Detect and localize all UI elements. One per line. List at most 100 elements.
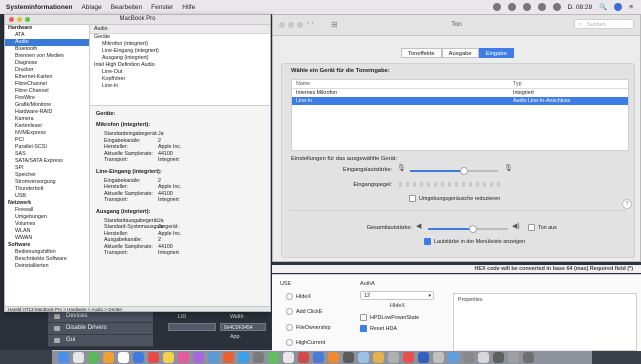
dock-app-icon[interactable] <box>343 352 354 363</box>
help-button[interactable]: ? <box>622 199 632 209</box>
list-item[interactable]: Line-Out <box>90 69 270 76</box>
tab-sound-effects[interactable]: Toneffekte <box>401 48 442 58</box>
use-option[interactable]: HighCurrent <box>286 339 325 346</box>
sidebar-item[interactable]: Grafik/Monitore <box>5 102 89 109</box>
use-option[interactable]: FileOwnership <box>286 324 330 331</box>
use-option[interactable]: HIdeX <box>286 293 311 300</box>
menu-item-edit[interactable]: Bearbeiten <box>111 4 142 11</box>
sidebar-item[interactable]: Kartenleser <box>5 123 89 130</box>
battery-icon[interactable] <box>552 3 561 11</box>
mute-checkbox[interactable] <box>528 224 535 231</box>
menubar-volume-checkbox[interactable] <box>424 238 431 245</box>
column-name[interactable]: Name <box>296 80 513 88</box>
noise-reduction-option[interactable]: Umgebungsgeräusche reduzieren <box>409 195 500 202</box>
dock-app-icon[interactable] <box>373 352 384 363</box>
output-volume-slider[interactable] <box>428 225 508 233</box>
dock-app-icon[interactable] <box>493 352 504 363</box>
clock[interactable]: D. 08:28 <box>568 4 593 11</box>
menu-item-help[interactable]: Hilfe <box>182 4 195 11</box>
sidebar-item[interactable]: Umgebungen <box>5 214 89 221</box>
list-item[interactable]: Gui <box>48 335 153 347</box>
dock-app-icon[interactable] <box>268 352 279 363</box>
sidebar-item[interactable]: Beschränkte Software <box>5 256 89 263</box>
properties-box[interactable]: Properties <box>453 293 637 351</box>
device-list-header[interactable]: Audio <box>90 25 270 34</box>
sidebar-item[interactable]: NVMExpress <box>5 130 89 137</box>
minimize-button[interactable] <box>17 17 22 22</box>
list-item[interactable]: Intel High Definition Audio <box>90 62 270 69</box>
menu-item-file[interactable]: Ablage <box>81 4 101 11</box>
notification-icon[interactable]: ≡ <box>629 4 633 11</box>
dock-app-icon[interactable] <box>478 352 489 363</box>
dock-app-icon[interactable] <box>313 352 324 363</box>
status-icon-2[interactable] <box>507 3 516 11</box>
dock-app-icon[interactable] <box>358 352 369 363</box>
sidebar-item[interactable]: Diagnose <box>5 60 89 67</box>
sidebar-item[interactable]: Stromversorgung <box>5 179 89 186</box>
sidebar-item[interactable]: SPI <box>5 165 89 172</box>
sidebar-item[interactable]: Hardware-RAID <box>5 109 89 116</box>
dock-app-icon[interactable] <box>523 352 534 363</box>
sidebar-item[interactable]: ATA <box>5 32 89 39</box>
dock-app-icon[interactable] <box>193 352 204 363</box>
list-item[interactable]: Geräte <box>90 34 270 41</box>
spotlight-icon[interactable]: 🔍 <box>599 3 607 11</box>
dock-app-icon[interactable] <box>238 352 249 363</box>
mute-option[interactable]: Ton aus <box>528 224 557 231</box>
dock-app-icon[interactable] <box>298 352 309 363</box>
sidebar-item[interactable]: FireWire <box>5 95 89 102</box>
sidebar-item[interactable]: Firewall <box>5 207 89 214</box>
dock-app-icon[interactable] <box>103 352 114 363</box>
status-icon-1[interactable] <box>492 3 501 11</box>
sidebar-item[interactable]: Volumes <box>5 221 89 228</box>
dock-app-icon[interactable] <box>448 352 459 363</box>
dock-app-icon[interactable] <box>223 352 234 363</box>
sidebar-item[interactable]: Fibre-Channel <box>5 88 89 95</box>
dock-app-icon[interactable] <box>148 352 159 363</box>
dock-app-icon[interactable] <box>88 352 99 363</box>
sidebar-item[interactable]: USB <box>5 193 89 200</box>
field-input[interactable]: 0x4C0F3454 <box>220 323 266 331</box>
sidebar-group[interactable]: Hardware <box>5 25 89 32</box>
sidebar-item[interactable]: Thunderbolt <box>5 186 89 193</box>
volume-icon[interactable] <box>537 3 546 11</box>
auth-select[interactable]: 12 ▾ <box>360 291 434 300</box>
sidebar-item[interactable]: FibreChannel <box>5 81 89 88</box>
window-titlebar[interactable]: MacBook Pro <box>5 15 270 25</box>
sidebar-item[interactable]: Brennen von Medien <box>5 53 89 60</box>
input-volume-slider[interactable] <box>410 167 498 175</box>
dock-app-icon[interactable] <box>133 352 144 363</box>
use-option[interactable]: Add ClickE <box>286 308 322 315</box>
sidebar-item[interactable]: Speicher <box>5 172 89 179</box>
list-item[interactable]: Mikrofon (integriert) <box>90 41 270 48</box>
sidebar-item[interactable]: SATA/SATA Express <box>5 158 89 165</box>
sidebar-item[interactable]: WLAN <box>5 228 89 235</box>
menu-item-window[interactable]: Fenster <box>151 4 173 11</box>
radio[interactable] <box>286 293 293 300</box>
sidebar-item[interactable]: WWAN <box>5 235 89 242</box>
tab-input[interactable]: Eingabe <box>478 48 514 58</box>
column-type[interactable]: Typ <box>513 80 628 88</box>
dock-app-icon[interactable] <box>208 352 219 363</box>
sidebar-item[interactable]: SAS <box>5 151 89 158</box>
checkbox[interactable] <box>360 314 367 321</box>
dock-app-icon[interactable] <box>253 352 264 363</box>
sidebar-item[interactable]: Kamera <box>5 116 89 123</box>
sidebar-item[interactable]: Parallel-SCSI <box>5 144 89 151</box>
sidebar-item[interactable]: PCI <box>5 137 89 144</box>
dock-app-icon[interactable] <box>328 352 339 363</box>
window-toolbar[interactable]: ‹ › ⊞ Ton ⌕ Suchen <box>273 15 640 36</box>
list-item[interactable]: Disable Drivers <box>48 323 153 335</box>
table-row-selected[interactable]: Line-In Audio Line-In-Anschluss <box>292 97 628 105</box>
list-item[interactable]: Devices <box>48 311 153 323</box>
dock-app-icon[interactable] <box>178 352 189 363</box>
checkbox[interactable] <box>360 325 367 332</box>
radio[interactable] <box>286 324 293 331</box>
menu-app-name[interactable]: Systeminformationen <box>6 4 72 11</box>
sidebar-group[interactable]: Software <box>5 242 89 249</box>
sidebar-item[interactable]: Deinstallierten <box>5 263 89 270</box>
dock-app-icon[interactable] <box>463 352 474 363</box>
dock-app-icon[interactable] <box>418 352 429 363</box>
sidebar-item[interactable]: Audio <box>5 39 89 46</box>
tab-output[interactable]: Ausgabe <box>441 48 479 58</box>
